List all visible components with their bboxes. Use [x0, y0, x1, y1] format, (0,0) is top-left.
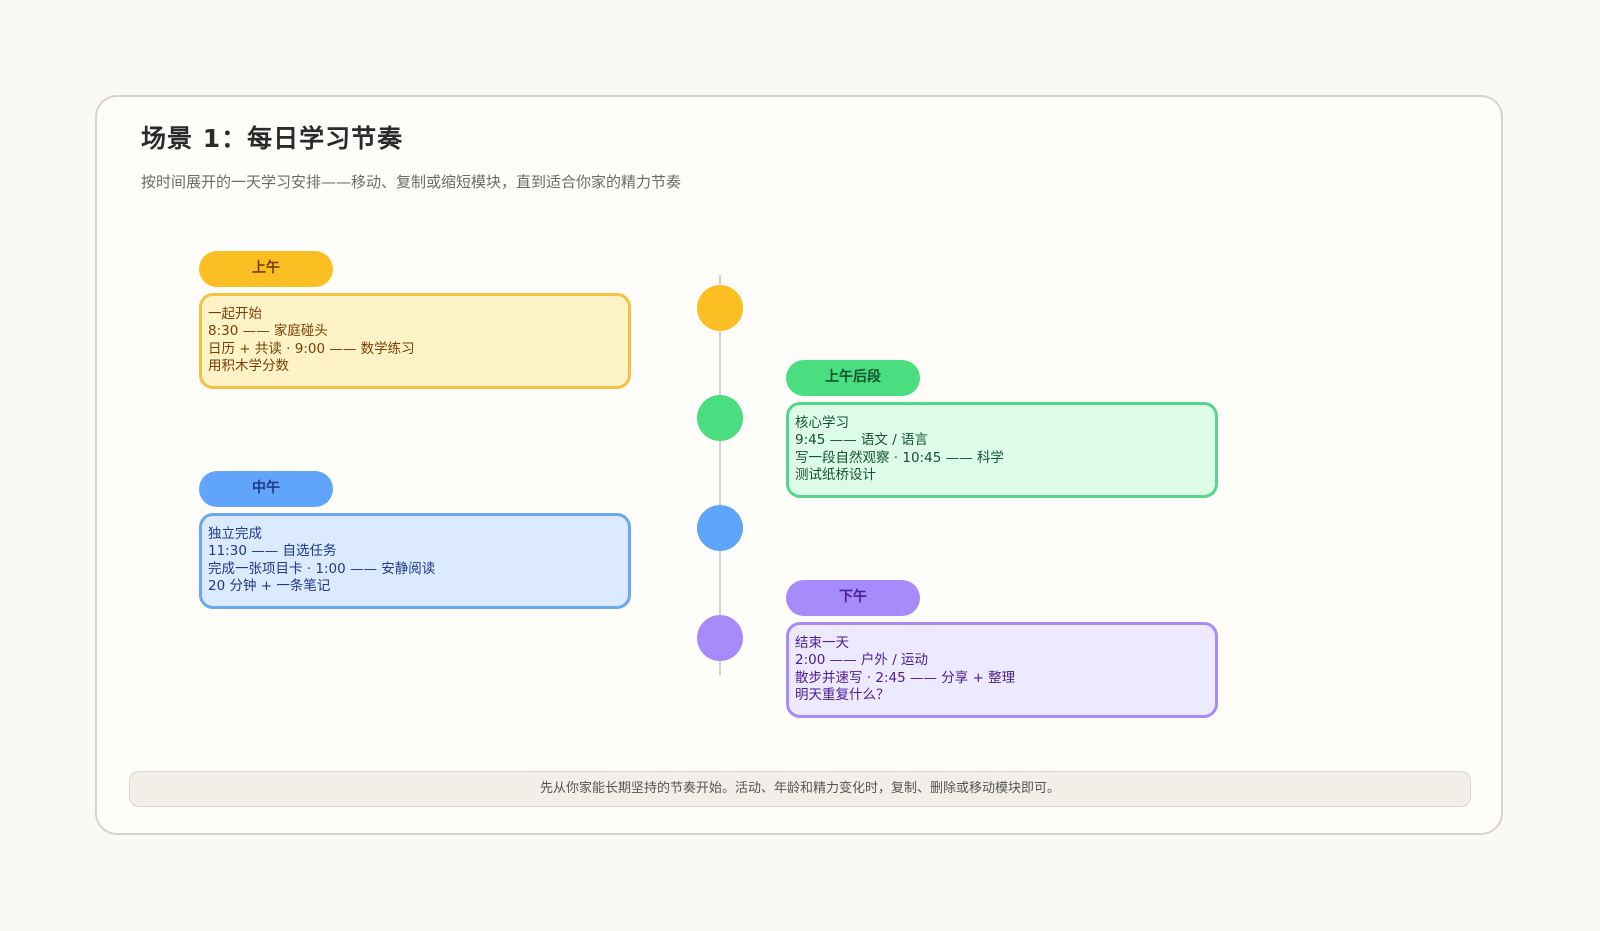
block-heading: 独立完成 — [208, 526, 262, 542]
block-line: 9:45 —— 语文 / 语言 — [795, 432, 929, 449]
schedule-block-afternoon[interactable]: 结束一天 2:00 —— 户外 / 运动 散步并速写 · 2:45 —— 分享 … — [786, 622, 1218, 718]
scene-card: 场景 1：每日学习节奏 按时间展开的一天学习安排——移动、复制或缩短模块，直到适… — [95, 95, 1503, 835]
page-title: 场景 1：每日学习节奏 — [141, 124, 404, 153]
page-subtitle: 按时间展开的一天学习安排——移动、复制或缩短模块，直到适合你家的精力节奏 — [141, 173, 682, 191]
timeline-dot-morning — [697, 285, 743, 331]
block-line: 完成一张项目卡 · 1:00 —— 安静阅读 — [208, 560, 436, 577]
block-heading: 核心学习 — [795, 415, 849, 431]
period-pill-morning[interactable]: 上午 — [199, 251, 333, 287]
period-pill-afternoon[interactable]: 下午 — [786, 580, 920, 616]
schedule-block-noon[interactable]: 独立完成 11:30 —— 自选任务 完成一张项目卡 · 1:00 —— 安静阅… — [199, 513, 631, 609]
block-line: 11:30 —— 自选任务 — [208, 543, 337, 560]
block-heading: 结束一天 — [795, 635, 849, 651]
block-line: 测试纸桥设计 — [795, 466, 876, 483]
footer-note: 先从你家能长期坚持的节奏开始。活动、年龄和精力变化时，复制、删除或移动模块即可。 — [129, 771, 1471, 807]
block-line: 散步并速写 · 2:45 —— 分享 + 整理 — [795, 669, 1016, 686]
block-line: 明天重复什么？ — [795, 686, 890, 703]
timeline-dot-noon — [697, 505, 743, 551]
schedule-block-morning[interactable]: 一起开始 8:30 —— 家庭碰头 日历 + 共读 · 9:00 —— 数学练习… — [199, 293, 631, 389]
schedule-block-late-morning[interactable]: 核心学习 9:45 —— 语文 / 语言 写一段自然观察 · 10:45 —— … — [786, 402, 1218, 498]
block-line: 写一段自然观察 · 10:45 —— 科学 — [795, 449, 1004, 466]
timeline-dot-afternoon — [697, 615, 743, 661]
block-line: 用积木学分数 — [208, 357, 289, 374]
block-heading: 一起开始 — [208, 306, 262, 322]
block-line: 日历 + 共读 · 9:00 —— 数学练习 — [208, 340, 415, 357]
block-line: 8:30 —— 家庭碰头 — [208, 323, 328, 340]
block-line: 20 分钟 + 一条笔记 — [208, 577, 331, 594]
period-pill-late-morning[interactable]: 上午后段 — [786, 360, 920, 396]
period-pill-noon[interactable]: 中午 — [199, 471, 333, 507]
block-line: 2:00 —— 户外 / 运动 — [795, 652, 929, 669]
timeline-dot-late-morning — [697, 395, 743, 441]
